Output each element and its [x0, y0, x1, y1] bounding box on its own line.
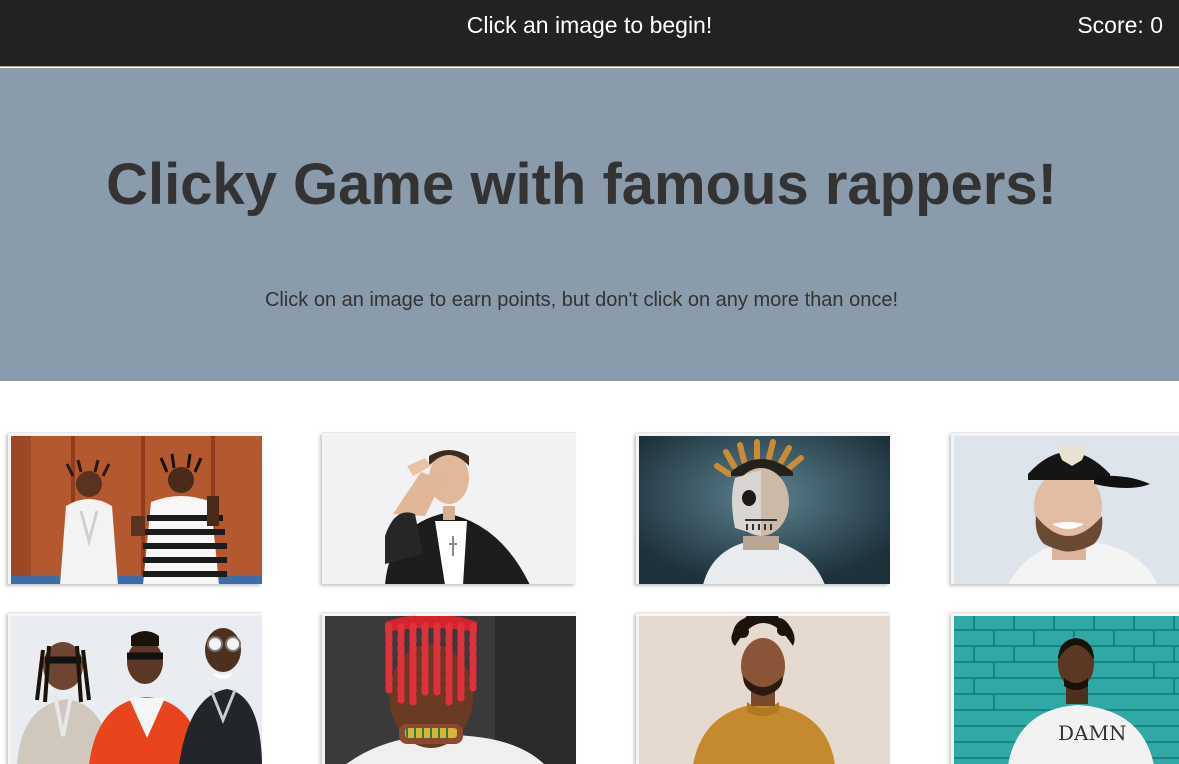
page-title: Clicky Game with famous rappers! — [106, 152, 1057, 217]
navbar: Click an image to begin! Score: 0 — [0, 0, 1179, 67]
hero-banner: Clicky Game with famous rappers! Click o… — [0, 68, 1179, 381]
rapper-image: DAMN — [954, 616, 1179, 764]
status-message: Click an image to begin! — [466, 12, 713, 38]
rapper-image — [639, 616, 890, 764]
rapper-image — [11, 616, 262, 764]
rapper-image — [325, 436, 576, 584]
damn-shirt-text: DAMN — [1058, 721, 1126, 745]
rapper-card-duo-orange-wall[interactable] — [8, 432, 262, 584]
page-subtitle: Click on an image to earn points, but do… — [264, 289, 899, 311]
rapper-card-afro-mustard-shirt[interactable] — [636, 612, 890, 764]
rapper-card-skull-face[interactable] — [636, 432, 890, 584]
rapper-card-black-cap-smiling[interactable] — [951, 432, 1179, 584]
rapper-image — [639, 436, 890, 584]
score-counter: Score: 0 — [1077, 12, 1163, 38]
rapper-card-trio-sunglasses[interactable] — [8, 612, 262, 764]
rapper-image — [11, 436, 262, 584]
rapper-card-teal-brick-wall[interactable]: DAMN — [951, 612, 1179, 764]
rapper-card-pointing-leather-jacket[interactable] — [322, 432, 576, 584]
rapper-image — [954, 436, 1179, 584]
rapper-card-red-braids[interactable] — [322, 612, 576, 764]
rapper-image — [325, 616, 576, 764]
